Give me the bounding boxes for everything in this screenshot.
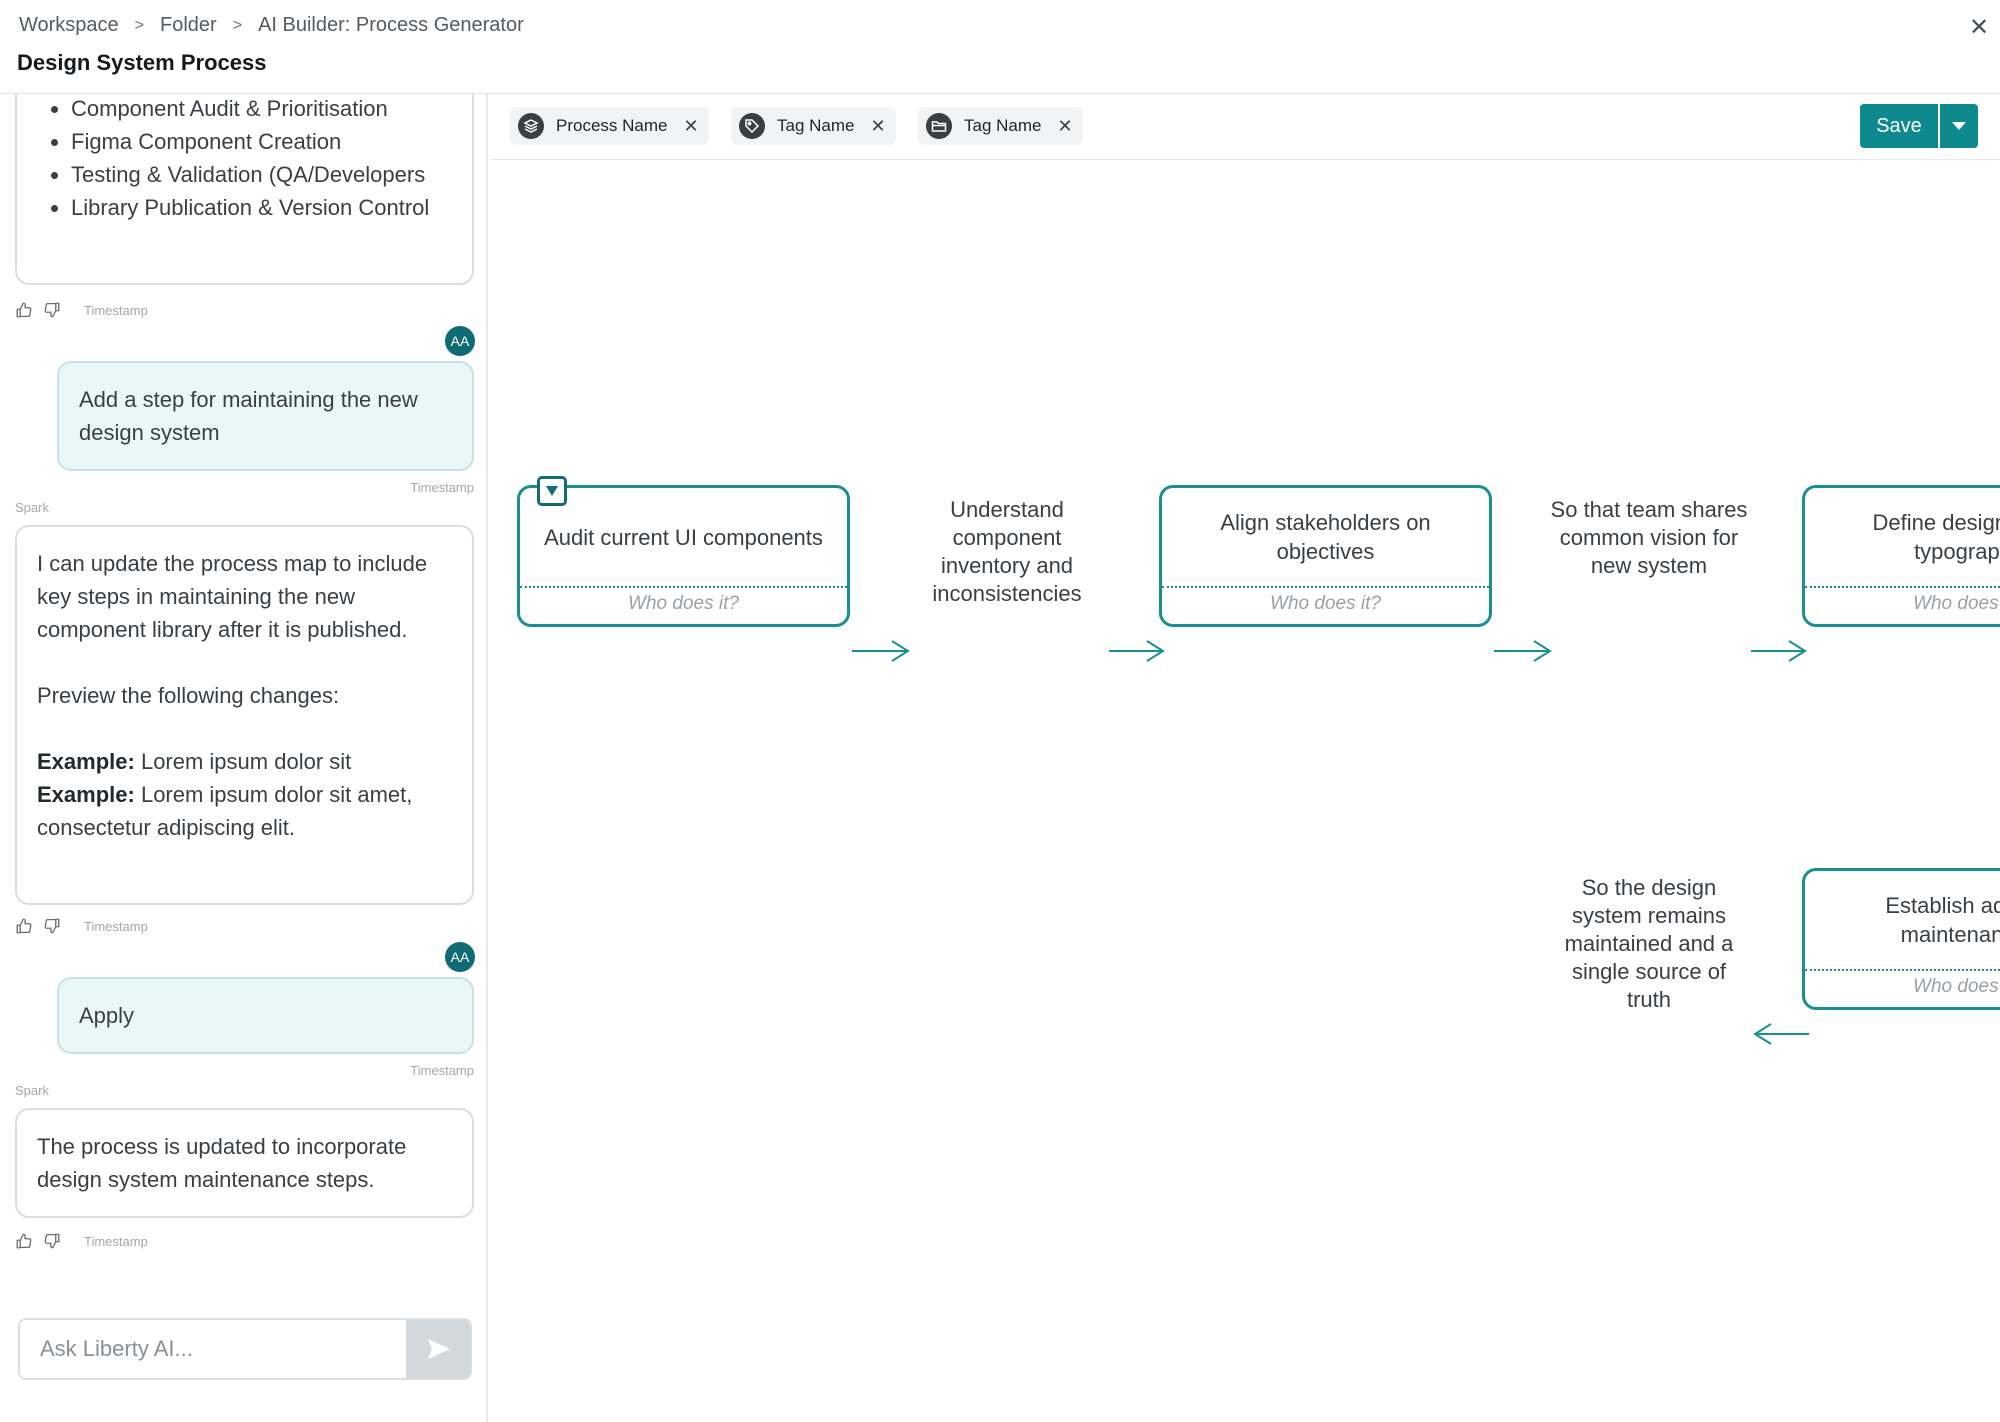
message-timestamp: Timestamp — [84, 918, 148, 934]
collapse-toggle-icon[interactable] — [537, 476, 567, 506]
step-owner-placeholder[interactable]: Who does it? — [520, 593, 847, 615]
flow-arrow — [1109, 640, 1165, 662]
send-icon — [428, 1339, 450, 1359]
message-timestamp: Timestamp — [84, 302, 148, 318]
example-label: Example: — [37, 749, 135, 774]
breadcrumb: Workspace > Folder > AI Builder: Process… — [19, 14, 524, 37]
step-divider — [1805, 586, 2000, 588]
flow-arrow — [1751, 640, 1807, 662]
list-item: Testing & Validation (QA/Developers — [51, 158, 452, 191]
tag-icon — [739, 113, 765, 139]
canvas-toolbar: Process Name ✕ Tag Name ✕ Tag Name ✕ Sav… — [490, 94, 2000, 160]
thumbs-up-icon[interactable] — [14, 1231, 34, 1251]
outcome-text: So that team shares common vision for ne… — [1550, 497, 1748, 578]
remove-chip-icon[interactable]: ✕ — [683, 116, 698, 137]
chat-composer — [18, 1318, 472, 1380]
send-button[interactable] — [406, 1320, 470, 1378]
process-step-node[interactable]: Establish adop… maintenanc… Who does it? — [1802, 868, 2000, 1010]
save-button[interactable]: Save — [1860, 104, 1938, 148]
process-step-node[interactable]: Audit current UI components Who does it? — [517, 476, 850, 627]
chat-input[interactable] — [20, 1320, 405, 1378]
breadcrumb-current: AI Builder: Process Generator — [258, 14, 524, 36]
flow-arrow — [1753, 1023, 1809, 1045]
message-feedback: Timestamp — [14, 1231, 148, 1251]
step-title: Align stakeholders on objectives — [1220, 510, 1431, 564]
chevron-right-icon: > — [232, 16, 243, 34]
remove-chip-icon[interactable]: ✕ — [1057, 116, 1072, 137]
ai-message-card: I can update the process map to include … — [15, 525, 474, 905]
step-owner-placeholder[interactable]: Who does it? — [1805, 976, 2000, 998]
process-step-node[interactable]: Define design tok… typography Who does i… — [1802, 485, 2000, 627]
message-feedback: Timestamp — [14, 300, 148, 320]
remove-chip-icon[interactable]: ✕ — [870, 116, 885, 137]
process-canvas[interactable]: Process Name ✕ Tag Name ✕ Tag Name ✕ Sav… — [490, 94, 2000, 1422]
step-owner-placeholder[interactable]: Who does it? — [1162, 593, 1489, 615]
thumbs-down-icon[interactable] — [42, 916, 62, 936]
sender-name: Spark — [15, 1083, 49, 1098]
caret-down-icon — [1952, 122, 1966, 130]
thumbs-down-icon[interactable] — [42, 1231, 62, 1251]
list-item: Figma Component Creation — [51, 125, 452, 158]
process-step-list: Component Audit & Prioritisation Figma C… — [17, 94, 472, 224]
ai-message-card: The process is updated to incorporate de… — [15, 1108, 474, 1218]
step-divider — [1162, 586, 1489, 588]
ai-message-preview: Preview the following changes: — [37, 683, 340, 708]
step-divider — [520, 586, 847, 588]
user-message: Apply — [57, 977, 474, 1054]
step-title: Establish adop… maintenanc… — [1885, 893, 2000, 947]
ai-message-card: Component Audit & Prioritisation Figma C… — [15, 94, 474, 285]
message-timestamp: Timestamp — [410, 480, 474, 495]
save-button-group: Save — [1860, 104, 1978, 148]
avatar: AA — [445, 942, 475, 972]
chip-label: Process Name — [556, 116, 668, 135]
example-label: Example: — [37, 782, 135, 807]
chip-label: Tag Name — [777, 116, 855, 135]
message-timestamp: Timestamp — [84, 1233, 148, 1249]
breadcrumb-folder[interactable]: Folder — [160, 14, 217, 37]
list-item: Component Audit & Prioritisation — [51, 94, 452, 125]
user-message: Add a step for maintaining the new desig… — [57, 361, 474, 471]
example-line: Example: Lorem ipsum dolor sit — [37, 745, 452, 778]
sender-name: Spark — [15, 500, 49, 515]
chevron-right-icon: > — [134, 16, 145, 34]
thumbs-up-icon[interactable] — [14, 916, 34, 936]
thumbs-up-icon[interactable] — [14, 300, 34, 320]
chat-panel[interactable]: Component Audit & Prioritisation Figma C… — [0, 94, 488, 1422]
outcome-text: So the design system remains maintained … — [1564, 875, 1734, 1012]
example-line: Example: Lorem ipsum dolor sit amet, con… — [37, 778, 452, 844]
ai-message-text: The process is updated to incorporate de… — [37, 1134, 407, 1192]
step-title: Define design tok… typography — [1872, 510, 2000, 564]
step-title: Audit current UI components — [544, 524, 823, 550]
list-item: Library Publication & Version Control — [51, 191, 452, 224]
avatar: AA — [445, 326, 475, 356]
step-owner-placeholder[interactable]: Who does it? — [1805, 593, 2000, 615]
flow-arrow — [1494, 640, 1552, 662]
page-title: Design System Process — [17, 50, 267, 75]
example-text: Lorem ipsum dolor sit — [140, 749, 352, 774]
tag-chip[interactable]: Tag Name ✕ — [731, 107, 896, 145]
step-divider — [1805, 969, 2000, 971]
folder-icon — [926, 113, 952, 139]
ai-message-intro: I can update the process map to include … — [37, 551, 428, 642]
tag-chip[interactable]: Tag Name ✕ — [918, 107, 1083, 145]
process-step-node[interactable]: Align stakeholders on objectives Who doe… — [1159, 485, 1492, 627]
message-feedback: Timestamp — [14, 916, 148, 936]
chip-label: Tag Name — [964, 116, 1042, 135]
layers-icon — [518, 113, 544, 139]
process-name-chip[interactable]: Process Name ✕ — [510, 107, 709, 145]
message-timestamp: Timestamp — [410, 1063, 474, 1078]
save-options-button[interactable] — [1938, 104, 1978, 148]
close-icon[interactable]: ✕ — [1964, 12, 1994, 42]
outcome-text: Understand component inventory and incon… — [932, 497, 1082, 606]
thumbs-down-icon[interactable] — [42, 300, 62, 320]
top-bar: Workspace > Folder > AI Builder: Process… — [0, 0, 2000, 94]
flow-arrow — [852, 640, 910, 662]
breadcrumb-workspace[interactable]: Workspace — [19, 14, 119, 37]
